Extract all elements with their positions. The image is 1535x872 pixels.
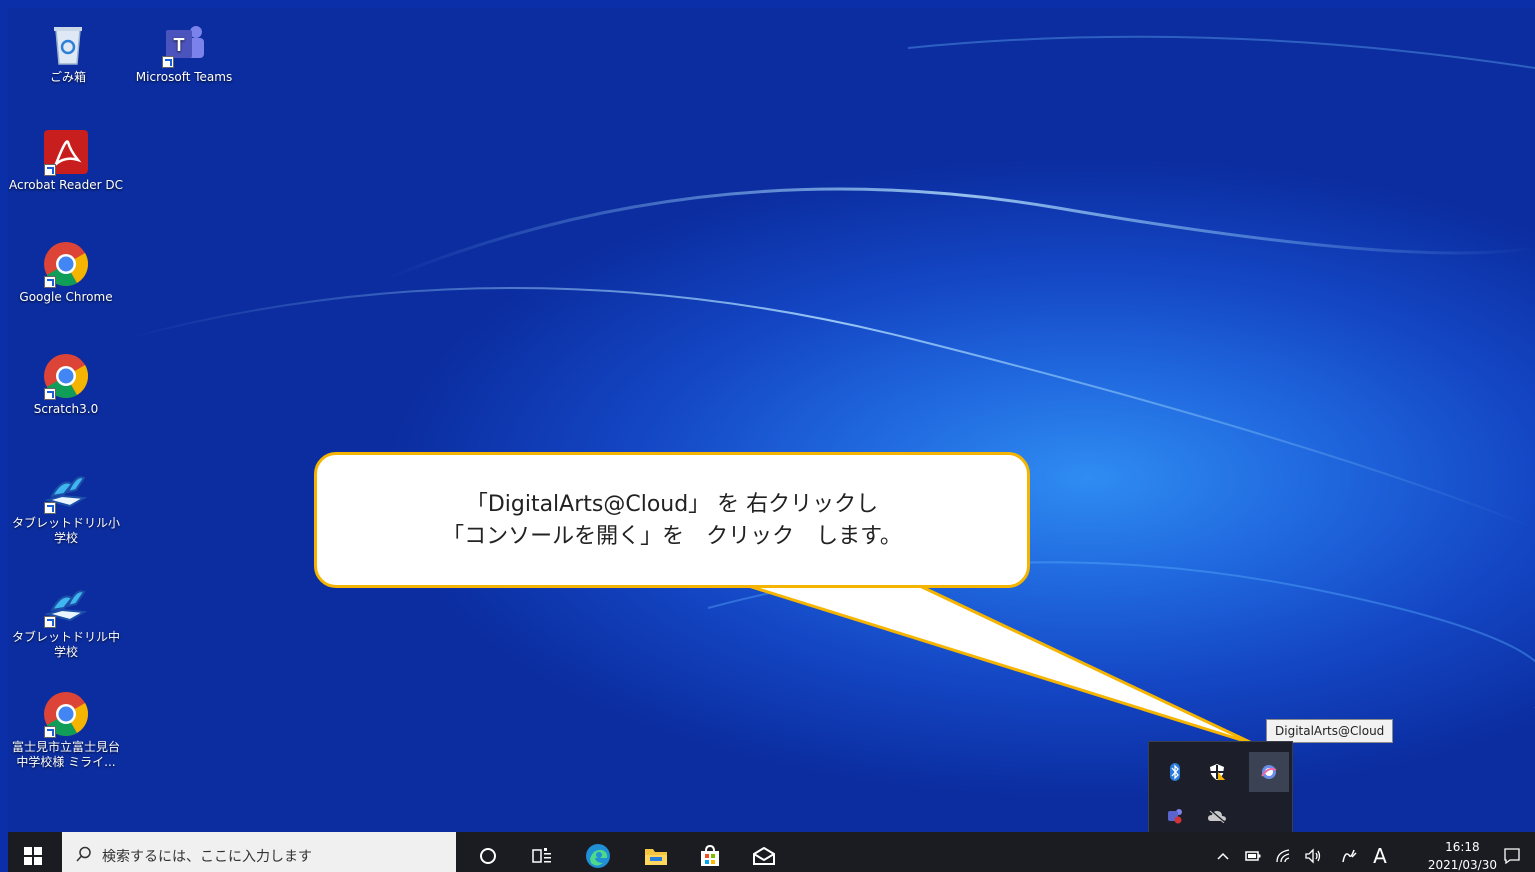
cortana-icon [480,848,496,864]
windows-logo-icon [24,847,42,865]
teams-tray-icon[interactable] [1155,796,1195,836]
taskbar-clock[interactable]: 16:18 2021/03/30 [1428,838,1497,872]
start-button[interactable] [8,832,58,872]
taskbar: 検索するには、ここに入力します A 16:18 2021/03/30 [8,832,1535,872]
search-placeholder: 検索するには、ここに入力します [102,849,312,865]
search-icon [76,846,92,866]
taskbar-search-box[interactable]: 検索するには、ここに入力します [62,832,456,872]
callout-seam [725,570,901,584]
tray-tooltip: DigitalArts@Cloud [1266,719,1394,743]
task-view-button[interactable] [522,832,562,872]
bluetooth-icon[interactable] [1155,752,1195,792]
security-shield-icon[interactable] [1197,752,1237,792]
notification-icon [1504,848,1520,865]
show-hidden-icons-button[interactable] [1210,832,1236,872]
taskbar-mail[interactable] [742,832,786,872]
instruction-callout: 「DigitalArts@Cloud」 を 右クリックし 「コンソールを開く」を… [314,452,1030,588]
desktop[interactable]: ごみ箱 T Microsoft Teams Acrobat Reader DC [8,8,1535,872]
tray-overflow-popup [1148,741,1293,839]
battery-icon[interactable] [1240,832,1266,872]
clock-date: 2021/03/30 [1427,858,1497,872]
volume-icon[interactable] [1300,832,1326,872]
edge-icon [586,844,610,868]
ime-indicator[interactable]: A [1368,832,1392,872]
taskbar-store[interactable] [688,832,732,872]
cortana-button[interactable] [468,832,508,872]
mail-icon [753,847,775,865]
callout-line-2: 「コンソールを開く」を クリック します。 [442,524,902,549]
action-center-button[interactable] [1492,832,1532,872]
store-icon [701,844,719,866]
pen-ink-icon[interactable] [1336,832,1362,872]
clock-time: 16:18 [1445,840,1480,854]
task-view-icon [532,848,551,863]
taskbar-file-explorer[interactable] [634,832,678,872]
folder-icon [645,849,667,865]
digitalarts-cloud-icon[interactable] [1249,752,1289,792]
callout-line-1: 「DigitalArts@Cloud」 を 右クリックし [465,492,879,517]
taskbar-edge[interactable] [576,832,620,872]
wifi-icon[interactable] [1270,832,1296,872]
onedrive-icon[interactable] [1197,796,1237,836]
chevron-up-icon [1217,852,1229,860]
